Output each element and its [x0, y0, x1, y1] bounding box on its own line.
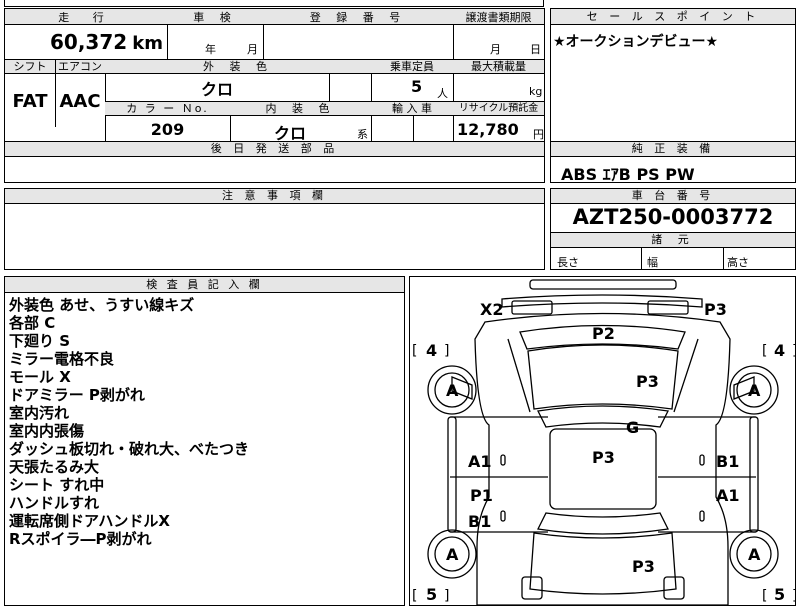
- color-no-label: カ ラ ー Ｎo.: [105, 102, 230, 115]
- transfer-deadline-label: 譲渡書類期限: [453, 9, 544, 24]
- mileage-unit: km: [132, 33, 163, 54]
- mark-b1-left: B1: [468, 512, 491, 531]
- mark-p3-trunk: P3: [632, 557, 655, 576]
- mark-p3-roof: P3: [592, 448, 615, 467]
- car-diagram: [ ] [ ] [ ] [ ] 4 4 5 5 A A A A X2 P3 P2…: [412, 279, 795, 605]
- interior-color-suffix: 系: [357, 128, 368, 141]
- registration-label: 登 録 番 号: [263, 9, 453, 24]
- dimensions-label: 諸 元: [551, 233, 795, 247]
- inspector-remarks: 外装色 あせ、うすい線キズ 各部 C 下廻り S ミラー電格不良 モール X ド…: [9, 296, 249, 548]
- sales-point-text: ★オークションデビュー★: [553, 34, 719, 50]
- genuine-equipment-box: 純 正 装 備 ABS ｴｱB PS PW: [550, 141, 796, 184]
- tire-fr-mark: A: [748, 381, 761, 400]
- recycle-value: 12,780: [457, 120, 519, 139]
- remark-line: 下廻り S: [9, 332, 71, 350]
- remark-line: ダッシュ板切れ・破れ大、べたつき: [9, 440, 250, 458]
- color-no-value: 209: [150, 120, 185, 139]
- mark-a1-left: A1: [468, 452, 492, 471]
- remark-line: ミラー電格不良: [9, 350, 115, 368]
- inspection-year-unit: 年: [205, 43, 216, 56]
- tread-fl-bracket-close: ]: [444, 343, 449, 359]
- chassis-box: 車 台 番 号 AZT250-0003772 諸 元 長さ 幅 高さ: [550, 188, 796, 270]
- remark-line: 室内汚れ: [9, 404, 70, 422]
- tread-fr-bracket-close: ]: [792, 343, 795, 359]
- later-parts-box: 後 日 発 送 部 品: [4, 141, 545, 183]
- vehicle-info-table: 走 行 車 検 登 録 番 号 譲渡書類期限 60,372 km 年 月 月 日…: [4, 8, 545, 143]
- tread-rl-bracket-close: ]: [444, 588, 449, 604]
- mark-x2: X2: [480, 300, 503, 319]
- mark-a1-right: A1: [716, 486, 740, 505]
- later-parts-label: 後 日 発 送 部 品: [5, 142, 544, 157]
- transfer-day-unit: 日: [530, 43, 541, 56]
- tread-rl: 5: [426, 585, 437, 604]
- tire-rr-mark: A: [748, 545, 761, 564]
- dimension-height: 高さ: [727, 256, 749, 269]
- inspection-month-unit: 月: [247, 43, 258, 56]
- max-load-label: 最大積載量: [453, 60, 544, 73]
- genuine-equipment-value: ABS ｴｱB PS PW: [561, 165, 695, 184]
- capacity-unit: 人: [437, 87, 448, 100]
- chassis-label: 車 台 番 号: [551, 189, 795, 204]
- mark-b1-right: B1: [716, 452, 739, 471]
- tread-fr: 4: [774, 341, 785, 360]
- mark-g: G: [626, 418, 639, 437]
- aircon-label: エアコン: [55, 60, 105, 73]
- remark-line: 運転席側ドアハンドルX: [9, 512, 170, 530]
- recycle-label: リサイクル預託金: [453, 102, 544, 115]
- remark-line: 各部 C: [9, 314, 56, 332]
- aircon-value: AAC: [59, 91, 101, 112]
- tread-rr-bracket-close: ]: [792, 588, 795, 604]
- mileage-label: 走 行: [5, 9, 167, 24]
- interior-color-label: 内 装 色: [230, 102, 371, 115]
- exterior-color-value: クロ: [200, 80, 233, 99]
- inspector-box: 検 査 員 記 入 欄 外装色 あせ、うすい線キズ 各部 C 下廻り S ミラー…: [4, 276, 405, 606]
- tread-rr-bracket-open: [: [762, 588, 767, 604]
- mark-p2: P2: [592, 324, 615, 343]
- mark-p3-hood: P3: [636, 372, 659, 391]
- sales-point-box: セ ー ル ス ポ イ ン ト ★オークションデビュー★: [550, 8, 796, 142]
- tread-fr-bracket-open: [: [762, 343, 767, 359]
- capacity-value: 5: [411, 77, 423, 96]
- remark-line: モール X: [9, 368, 71, 386]
- notes-label: 注 意 事 項 欄: [5, 189, 544, 204]
- top-strip: [4, 0, 544, 7]
- inspection-label: 車 検: [167, 9, 263, 24]
- sales-point-label: セ ー ル ス ポ イ ン ト: [551, 9, 795, 25]
- remark-line: ドアミラー P剥がれ: [9, 386, 145, 404]
- genuine-equipment-label: 純 正 装 備: [551, 142, 795, 157]
- tread-fl-bracket-open: [: [412, 343, 417, 359]
- capacity-label: 乗車定員: [371, 60, 453, 73]
- remark-line: 外装色 あせ、うすい線キズ: [9, 296, 195, 314]
- chassis-value: AZT250-0003772: [572, 205, 774, 229]
- recycle-unit: 円: [533, 128, 544, 141]
- shift-value: FAT: [12, 91, 48, 112]
- max-load-unit: kg: [529, 85, 543, 98]
- notes-box: 注 意 事 項 欄: [4, 188, 545, 270]
- exterior-color-label: 外 装 色: [105, 60, 371, 73]
- remark-line: 室内内張傷: [9, 422, 85, 440]
- dimension-length: 長さ: [557, 256, 579, 269]
- import-label: 輸 入 車: [371, 102, 453, 115]
- remark-line: ハンドルすれ: [9, 494, 100, 512]
- mileage-value: 60,372: [49, 30, 128, 54]
- tire-rl-mark: A: [446, 545, 459, 564]
- mark-p1: P1: [470, 486, 493, 505]
- shift-label: シフト: [5, 60, 55, 73]
- remark-line: 天張たるみ大: [9, 458, 100, 476]
- tread-rl-bracket-open: [: [412, 588, 417, 604]
- inspector-label: 検 査 員 記 入 欄: [5, 277, 404, 293]
- car-diagram-box: [ ] [ ] [ ] [ ] 4 4 5 5 A A A A X2 P3 P2…: [409, 276, 796, 606]
- dimension-width: 幅: [647, 256, 658, 269]
- remark-line: シート すれ中: [9, 476, 105, 494]
- tread-fl: 4: [426, 341, 437, 360]
- transfer-month-unit: 月: [490, 43, 501, 56]
- remark-line: Rスポイラ―P剥がれ: [9, 530, 152, 548]
- mark-p3-front-right: P3: [704, 300, 727, 319]
- tire-fl-mark: A: [446, 381, 459, 400]
- tread-rr: 5: [774, 585, 785, 604]
